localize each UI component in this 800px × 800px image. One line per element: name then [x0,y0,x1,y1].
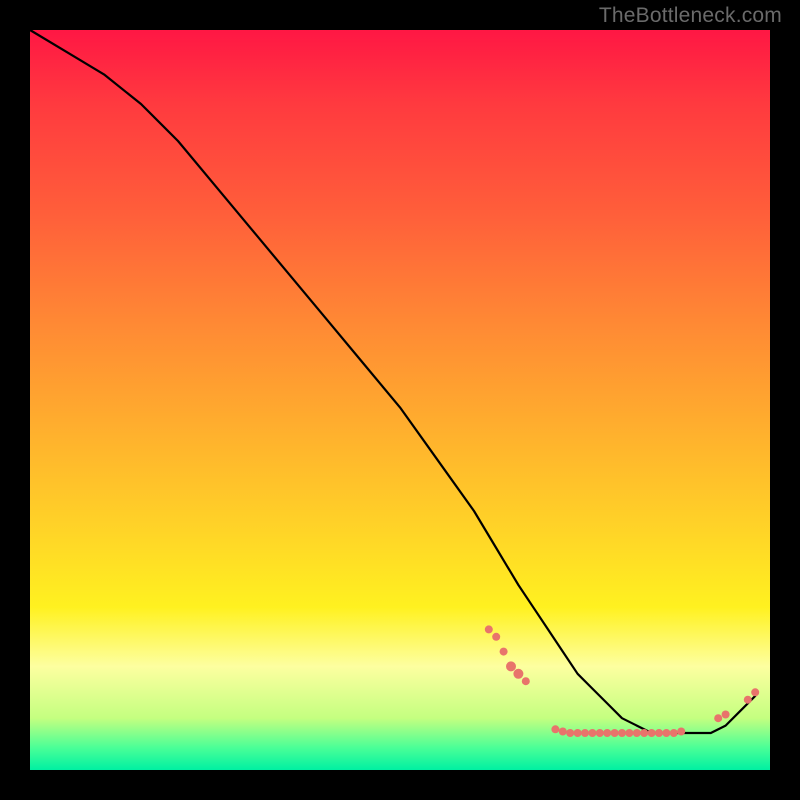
data-marker [633,729,641,737]
data-marker [566,729,574,737]
data-marker [722,711,730,719]
chart-frame: TheBottleneck.com [0,0,800,800]
data-marker [625,729,633,737]
data-marker [500,648,508,656]
watermark-label: TheBottleneck.com [599,4,782,28]
chart-svg [30,30,770,770]
data-marker [662,729,670,737]
data-marker [492,633,500,641]
data-marker [648,729,656,737]
data-marker [551,725,559,733]
plot-area [30,30,770,770]
data-marker [581,729,589,737]
data-marker [596,729,604,737]
data-marker [522,677,530,685]
data-marker [670,729,678,737]
data-marker [751,688,759,696]
data-marker [485,625,493,633]
data-marker [574,729,582,737]
data-marker [618,729,626,737]
data-marker [588,729,596,737]
data-marker [714,714,722,722]
data-marker [559,728,567,736]
data-marker [640,729,648,737]
curve-line [30,30,755,733]
marker-group [485,625,759,737]
data-marker [513,669,523,679]
data-marker [744,696,752,704]
data-marker [611,729,619,737]
data-marker [603,729,611,737]
data-marker [677,728,685,736]
data-marker [655,729,663,737]
data-marker [506,661,516,671]
